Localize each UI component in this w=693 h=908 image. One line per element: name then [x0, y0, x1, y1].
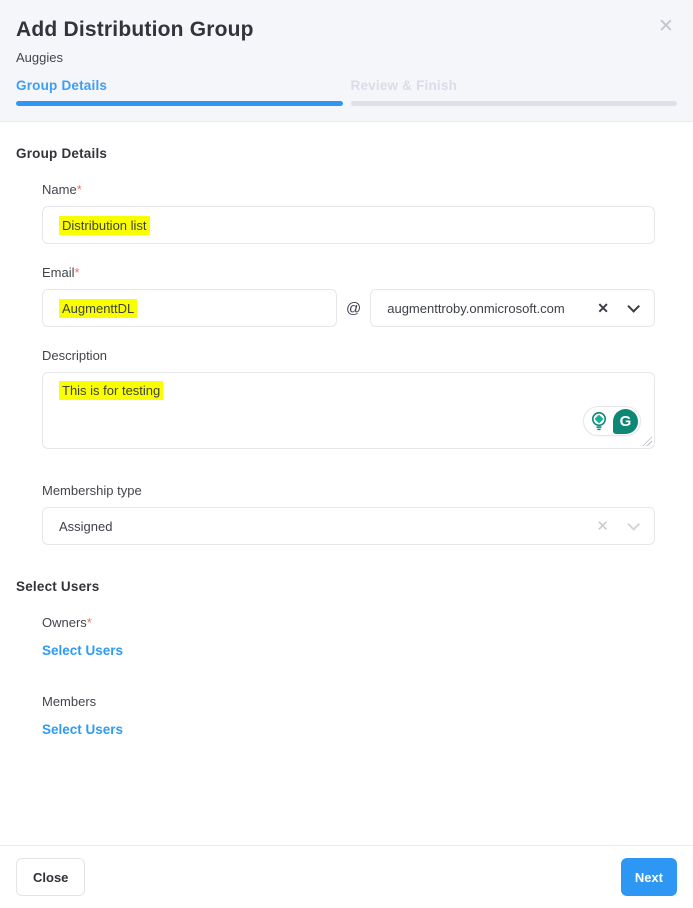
name-input-value: Distribution list — [59, 216, 150, 235]
lightbulb-icon[interactable] — [591, 411, 607, 431]
select-users-heading: Select Users — [16, 579, 655, 594]
owners-label: Owners* — [42, 615, 655, 630]
members-label: Members — [42, 694, 655, 709]
group-details-heading: Group Details — [16, 146, 655, 161]
close-button[interactable]: Close — [16, 858, 85, 896]
email-local-input[interactable]: AugmenttDL — [42, 289, 337, 327]
next-button[interactable]: Next — [621, 858, 677, 896]
add-distribution-group-modal: Add Distribution Group Auggies ✕ Group D… — [0, 0, 693, 908]
owners-label-text: Owners — [42, 615, 87, 630]
email-domain-clear-icon[interactable]: ✕ — [597, 300, 609, 317]
membership-type-select[interactable]: Assigned ✕ — [42, 507, 655, 545]
email-label: Email* — [42, 265, 655, 280]
modal-body: Group Details Name* Distribution list Em… — [0, 122, 693, 845]
textarea-resize-handle[interactable] — [642, 436, 652, 446]
modal-title: Add Distribution Group — [16, 18, 677, 42]
membership-type-chevron-down-icon[interactable] — [627, 518, 640, 531]
grammarly-g-icon[interactable]: G — [613, 409, 638, 434]
membership-type-clear-icon[interactable]: ✕ — [596, 517, 609, 535]
tab-group-details-label: Group Details — [16, 78, 343, 93]
name-input[interactable]: Distribution list — [42, 206, 655, 244]
tab-group-details-progress-bar — [16, 101, 343, 106]
wizard-tabs: Group Details Review & Finish — [16, 78, 677, 106]
email-label-text: Email — [42, 265, 75, 280]
grammarly-widget[interactable]: G — [583, 406, 641, 436]
membership-type-value: Assigned — [59, 519, 596, 534]
email-row: AugmenttDL @ augmenttroby.onmicrosoft.co… — [42, 289, 655, 327]
email-domain-chevron-down-icon[interactable] — [627, 300, 640, 313]
modal-footer: Close Next — [0, 845, 693, 908]
tab-review-finish[interactable]: Review & Finish — [351, 78, 678, 106]
close-icon[interactable]: ✕ — [655, 16, 677, 38]
tab-review-finish-label: Review & Finish — [351, 78, 678, 93]
modal-subtitle: Auggies — [16, 50, 677, 65]
name-required-asterisk: * — [77, 182, 82, 197]
email-local-value: AugmenttDL — [59, 299, 137, 318]
description-textarea[interactable]: This is for testing G — [42, 372, 655, 449]
modal-header: Add Distribution Group Auggies ✕ Group D… — [0, 0, 693, 122]
tab-group-details[interactable]: Group Details — [16, 78, 343, 106]
description-value: This is for testing — [59, 381, 163, 400]
email-required-asterisk: * — [75, 265, 80, 280]
name-label: Name* — [42, 182, 655, 197]
email-domain-select[interactable]: augmenttroby.onmicrosoft.com ✕ — [370, 289, 655, 327]
tab-review-finish-progress-bar — [351, 101, 678, 106]
group-details-fields: Name* Distribution list Email* AugmenttD… — [42, 182, 655, 545]
membership-type-label: Membership type — [42, 483, 655, 498]
name-label-text: Name — [42, 182, 77, 197]
select-users-fields: Owners* Select Users Members Select User… — [42, 615, 655, 739]
description-label: Description — [42, 348, 655, 363]
owners-required-asterisk: * — [87, 615, 92, 630]
owners-select-users-link[interactable]: Select Users — [42, 643, 123, 658]
at-sign: @ — [346, 300, 361, 317]
members-select-users-link[interactable]: Select Users — [42, 722, 123, 737]
email-domain-value: augmenttroby.onmicrosoft.com — [387, 301, 597, 316]
